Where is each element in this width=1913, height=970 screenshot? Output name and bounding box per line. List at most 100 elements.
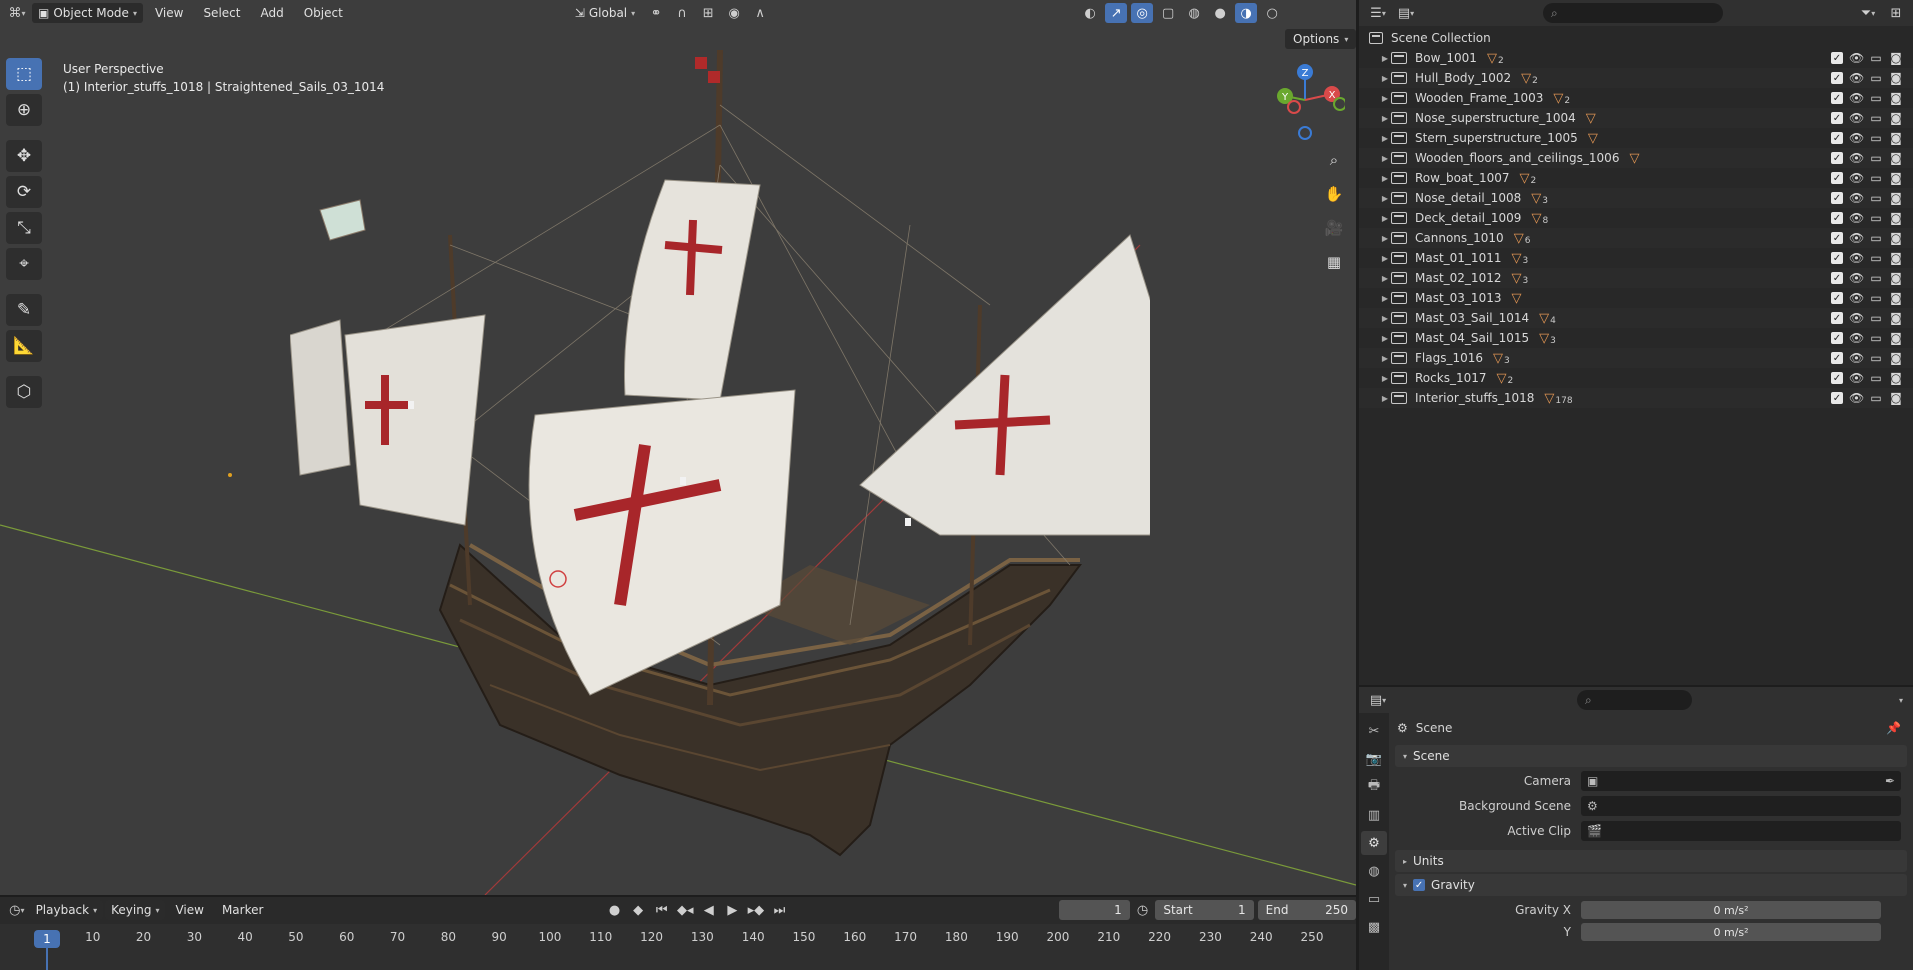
- timeline-editor-icon[interactable]: ◷ ▾: [6, 900, 28, 920]
- camera-field[interactable]: ▣ ✒: [1581, 771, 1901, 791]
- render-camera-icon[interactable]: ◙: [1889, 131, 1903, 145]
- expand-arrow-icon[interactable]: ▶: [1379, 354, 1391, 363]
- rotate-tool-icon[interactable]: ⟳: [6, 176, 42, 208]
- camera-view-icon[interactable]: 🎥: [1320, 214, 1348, 242]
- viewport-disable-icon[interactable]: ▭: [1869, 171, 1883, 185]
- exclude-checkbox[interactable]: ✓: [1831, 372, 1843, 384]
- jump-start-icon[interactable]: ⏮: [651, 900, 673, 920]
- play-icon[interactable]: ▶: [722, 900, 744, 920]
- pivot-icon[interactable]: ⚭: [645, 3, 667, 23]
- exclude-checkbox[interactable]: ✓: [1831, 172, 1843, 184]
- outliner-row[interactable]: ▶ Mast_01_1011 ▽ 3 ✓ 👁 ▭ ◙: [1359, 248, 1913, 268]
- scale-tool-icon[interactable]: ⤡: [6, 212, 42, 244]
- exclude-checkbox[interactable]: ✓: [1831, 92, 1843, 104]
- gravity-y-field[interactable]: 0 m/s²: [1581, 923, 1881, 941]
- mode-dropdown[interactable]: ▣ Object Mode ▾: [32, 3, 143, 23]
- expand-arrow-icon[interactable]: ▶: [1379, 194, 1391, 203]
- outliner-row[interactable]: ▶ Wooden_floors_and_ceilings_1006 ▽ ✓ 👁 ▭ ◙: [1359, 148, 1913, 168]
- render-camera-icon[interactable]: ◙: [1889, 231, 1903, 245]
- gravity-checkbox[interactable]: ✓: [1413, 879, 1426, 891]
- display-mode-icon[interactable]: ▤ ▾: [1395, 3, 1417, 23]
- eye-icon[interactable]: 👁: [1849, 251, 1864, 265]
- editor-type-icon[interactable]: ⌘ ▾: [6, 3, 28, 23]
- viewport-disable-icon[interactable]: ▭: [1869, 91, 1883, 105]
- outliner-row[interactable]: ▶ Nose_detail_1008 ▽ 3 ✓ 👁 ▭ ◙: [1359, 188, 1913, 208]
- outliner-row[interactable]: ▶ Mast_03_1013 ▽ ✓ 👁 ▭ ◙: [1359, 288, 1913, 308]
- viewport-disable-icon[interactable]: ▭: [1869, 51, 1883, 65]
- measure-tool-icon[interactable]: 📐: [6, 330, 42, 362]
- expand-arrow-icon[interactable]: ▶: [1379, 254, 1391, 263]
- outliner-row[interactable]: ▶ Row_boat_1007 ▽ 2 ✓ 👁 ▭ ◙: [1359, 168, 1913, 188]
- expand-arrow-icon[interactable]: ▶: [1379, 154, 1391, 163]
- outliner-row[interactable]: ▶ Deck_detail_1009 ▽ 8 ✓ 👁 ▭ ◙: [1359, 208, 1913, 228]
- active-clip-field[interactable]: 🎬: [1581, 821, 1901, 841]
- outliner-row[interactable]: ▶ Mast_04_Sail_1015 ▽ 3 ✓ 👁 ▭ ◙: [1359, 328, 1913, 348]
- solid-shading-icon[interactable]: ●: [1209, 3, 1231, 23]
- exclude-checkbox[interactable]: ✓: [1831, 192, 1843, 204]
- render-camera-icon[interactable]: ◙: [1889, 251, 1903, 265]
- eye-icon[interactable]: 👁: [1849, 331, 1864, 345]
- gravity-panel-header[interactable]: ▾ ✓ Gravity: [1395, 874, 1907, 896]
- outliner-row[interactable]: ▶ Hull_Body_1002 ▽ 2 ✓ 👁 ▭ ◙: [1359, 68, 1913, 88]
- eye-icon[interactable]: 👁: [1849, 71, 1864, 85]
- zoom-icon[interactable]: ⌕: [1320, 146, 1348, 174]
- playback-menu[interactable]: Playback ▾: [29, 900, 104, 920]
- eye-icon[interactable]: 👁: [1849, 271, 1864, 285]
- annotate-tool-icon[interactable]: ✎: [6, 294, 42, 326]
- preview-range-icon[interactable]: ◷: [1132, 900, 1154, 920]
- ship-model[interactable]: [290, 45, 1150, 875]
- expand-arrow-icon[interactable]: ▶: [1379, 314, 1391, 323]
- exclude-checkbox[interactable]: ✓: [1831, 112, 1843, 124]
- scene-collection-row[interactable]: Scene Collection: [1359, 28, 1913, 48]
- keyframe-type-icon[interactable]: ◆: [627, 900, 649, 920]
- material-shading-icon[interactable]: ◑: [1235, 3, 1258, 23]
- add-cube-tool-icon[interactable]: ⬡: [6, 376, 42, 408]
- properties-search-input[interactable]: ⌕: [1577, 690, 1692, 710]
- snap-icon[interactable]: ∩: [671, 3, 693, 23]
- outliner-row[interactable]: ▶ Nose_superstructure_1004 ▽ ✓ 👁 ▭ ◙: [1359, 108, 1913, 128]
- options-dropdown[interactable]: Options ▾: [1285, 29, 1356, 49]
- end-frame-field[interactable]: End 250: [1257, 900, 1356, 920]
- expand-arrow-icon[interactable]: ▶: [1379, 94, 1391, 103]
- play-reverse-icon[interactable]: ◀: [698, 900, 720, 920]
- playhead-line[interactable]: [46, 948, 48, 970]
- background-scene-field[interactable]: ⚙: [1581, 796, 1901, 816]
- outliner-row[interactable]: ▶ Wooden_Frame_1003 ▽ 2 ✓ 👁 ▭ ◙: [1359, 88, 1913, 108]
- eye-icon[interactable]: 👁: [1849, 211, 1864, 225]
- outliner-row[interactable]: ▶ Flags_1016 ▽ 3 ✓ 👁 ▭ ◙: [1359, 348, 1913, 368]
- world-tab-icon[interactable]: ◍: [1361, 859, 1387, 883]
- 3d-viewport[interactable]: ⌘ ▾ ▣ Object Mode ▾ View Select Add Objec…: [0, 0, 1356, 895]
- exclude-checkbox[interactable]: ✓: [1831, 312, 1843, 324]
- eye-icon[interactable]: 👁: [1849, 171, 1864, 185]
- eye-icon[interactable]: 👁: [1849, 391, 1864, 405]
- view-layer-tab-icon[interactable]: ▥: [1361, 803, 1387, 827]
- viewport-disable-icon[interactable]: ▭: [1869, 391, 1883, 405]
- proportional-edit-icon[interactable]: ◉: [723, 3, 745, 23]
- render-tab-icon[interactable]: 📷: [1361, 747, 1387, 771]
- eye-icon[interactable]: 👁: [1849, 291, 1864, 305]
- outliner-row[interactable]: ▶ Rocks_1017 ▽ 2 ✓ 👁 ▭ ◙: [1359, 368, 1913, 388]
- render-camera-icon[interactable]: ◙: [1889, 171, 1903, 185]
- expand-arrow-icon[interactable]: ▶: [1379, 274, 1391, 283]
- viewport-disable-icon[interactable]: ▭: [1869, 271, 1883, 285]
- new-collection-icon[interactable]: ⊞: [1885, 3, 1907, 23]
- collection-tab-icon[interactable]: ▭: [1361, 887, 1387, 911]
- exclude-checkbox[interactable]: ✓: [1831, 152, 1843, 164]
- exclude-checkbox[interactable]: ✓: [1831, 392, 1843, 404]
- gravity-x-field[interactable]: 0 m/s²: [1581, 901, 1881, 919]
- prev-keyframe-icon[interactable]: ◆◂: [674, 900, 696, 920]
- tool-tab-icon[interactable]: ✂: [1361, 719, 1387, 743]
- exclude-checkbox[interactable]: ✓: [1831, 232, 1843, 244]
- record-icon[interactable]: ●: [604, 900, 626, 920]
- menu-object[interactable]: Object: [296, 3, 351, 23]
- outliner-row[interactable]: ▶ Interior_stuffs_1018 ▽ 178 ✓ 👁 ▭ ◙: [1359, 388, 1913, 408]
- overlay-toggle-icon[interactable]: ◎: [1131, 3, 1154, 23]
- viewport-disable-icon[interactable]: ▭: [1869, 291, 1883, 305]
- render-camera-icon[interactable]: ◙: [1889, 211, 1903, 225]
- timeline-ruler[interactable]: 1 10 20 30 40 50 60 70 80 90 100 110 120 130 140 150 16…: [0, 924, 1356, 970]
- viewport-disable-icon[interactable]: ▭: [1869, 111, 1883, 125]
- render-camera-icon[interactable]: ◙: [1889, 371, 1903, 385]
- snap-target-icon[interactable]: ⊞: [697, 3, 719, 23]
- pan-hand-icon[interactable]: ✋: [1320, 180, 1348, 208]
- eye-icon[interactable]: 👁: [1849, 371, 1864, 385]
